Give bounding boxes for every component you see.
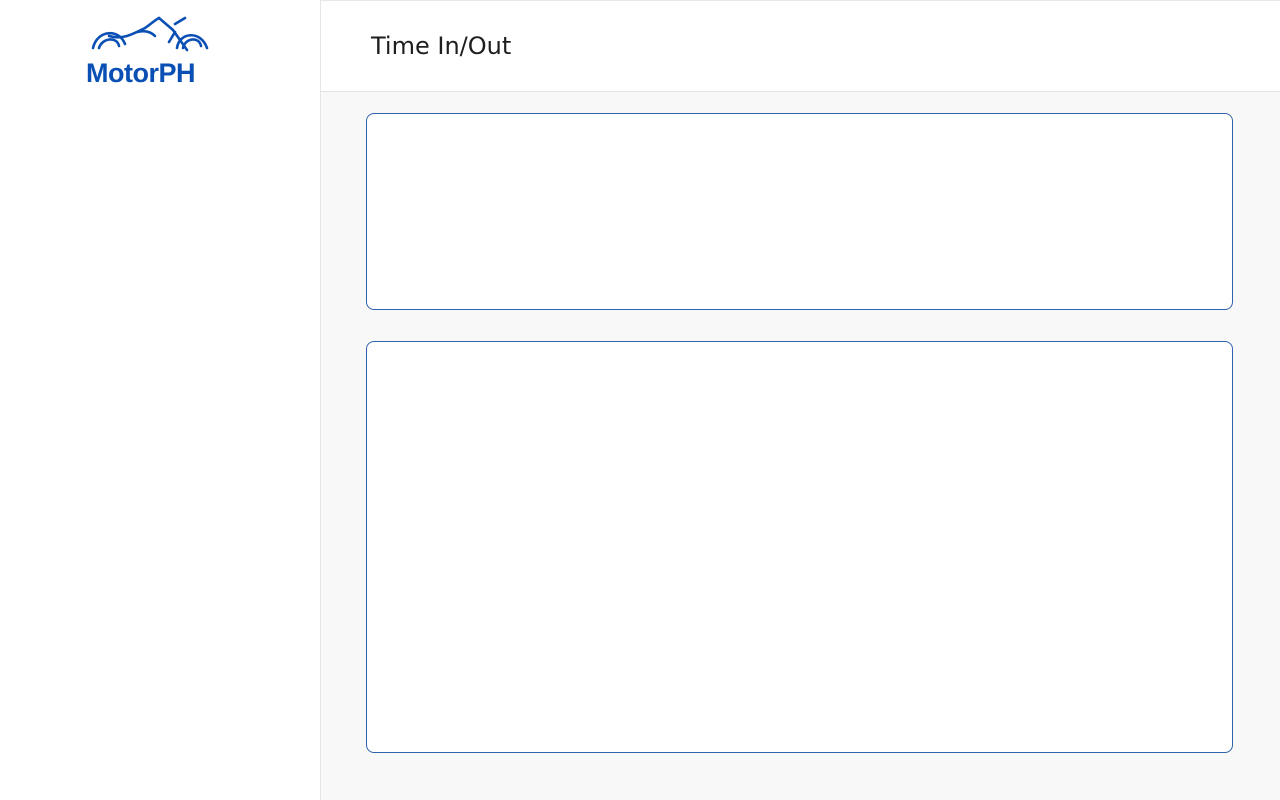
- page-title: Time In/Out: [371, 32, 512, 60]
- attendance-records-panel: [366, 341, 1233, 753]
- motorcycle-icon: [91, 16, 209, 52]
- time-in-out-panel: [366, 113, 1233, 310]
- page-header: Time In/Out: [321, 0, 1280, 92]
- main-content: Time In/Out: [321, 0, 1280, 800]
- brand-name: MotorPH: [86, 58, 195, 88]
- sidebar: MotorPH: [0, 0, 321, 800]
- brand-logo[interactable]: MotorPH: [85, 14, 215, 88]
- app-window: MotorPH Time In/Out: [0, 0, 1280, 800]
